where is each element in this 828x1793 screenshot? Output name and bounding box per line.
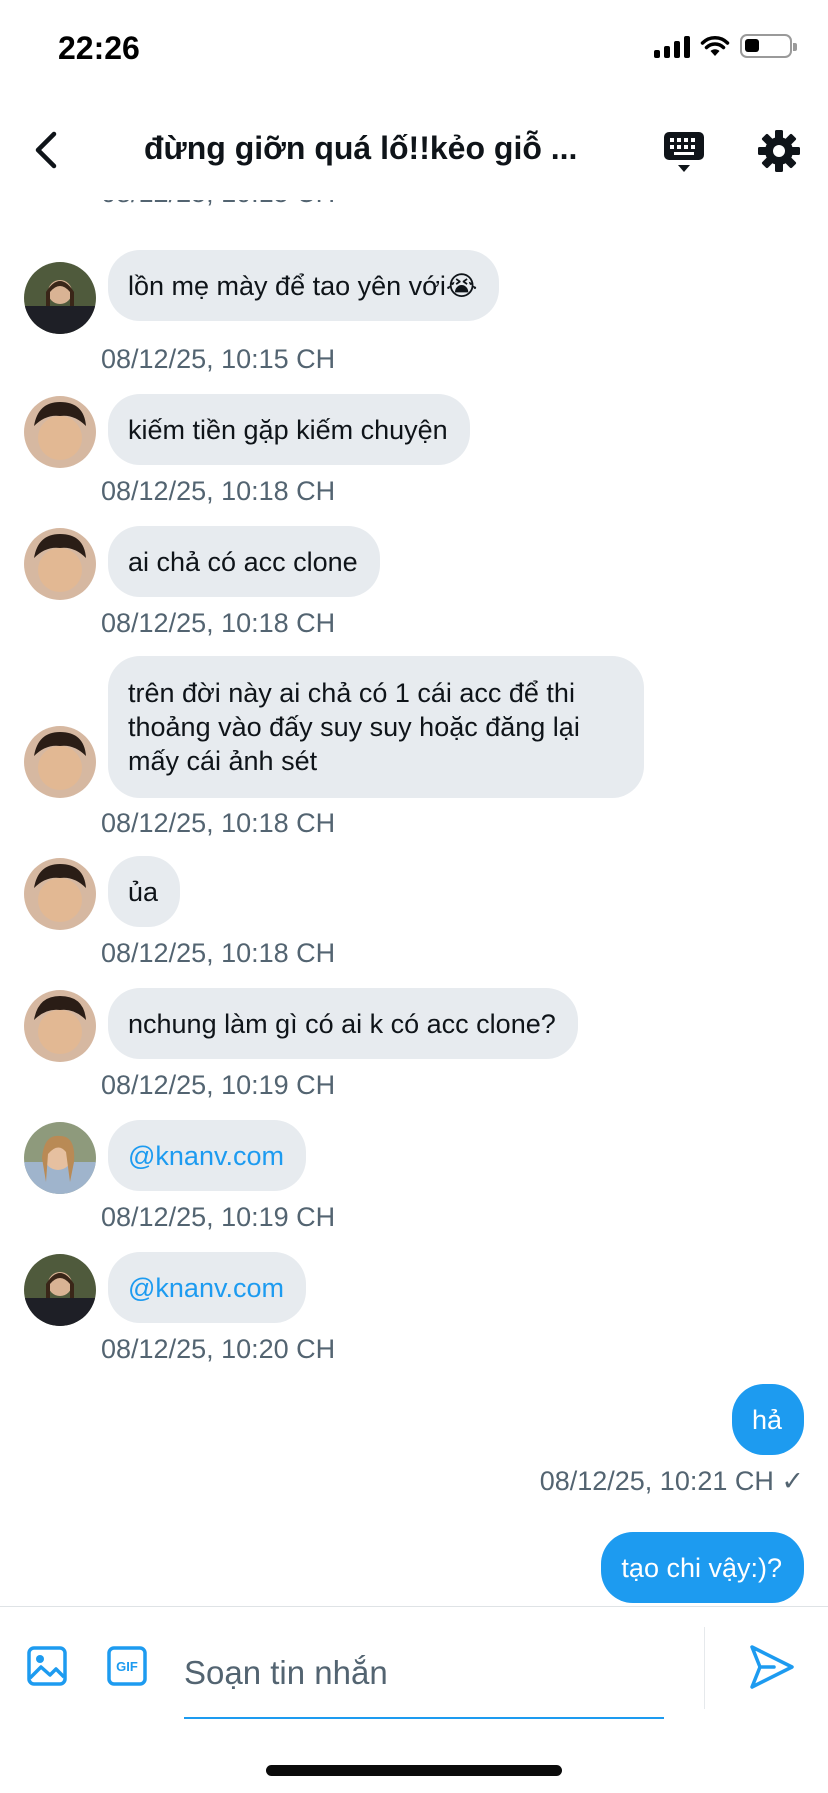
settings-button[interactable] xyxy=(756,128,802,174)
message-composer: GIF xyxy=(0,1606,828,1793)
message-timestamp: 08/12/25, 10:15 CH xyxy=(101,200,335,209)
add-gif-button[interactable]: GIF xyxy=(106,1645,148,1687)
avatar[interactable] xyxy=(24,262,96,334)
message-list[interactable]: 08/12/25, 10:15 CH lồn mẹ mày để tao yên… xyxy=(0,200,828,1606)
message-input-wrapper xyxy=(184,1629,664,1719)
keyboard-icon xyxy=(664,132,704,172)
avatar[interactable] xyxy=(24,528,96,600)
avatar[interactable] xyxy=(24,990,96,1062)
cellular-signal-icon xyxy=(654,34,690,58)
send-button[interactable] xyxy=(748,1643,796,1691)
message-timestamp: 08/12/25, 10:19 CH xyxy=(101,1070,336,1100)
message-bubble-own[interactable]: hả xyxy=(731,1384,804,1455)
gif-label: GIF xyxy=(116,1659,138,1674)
avatar[interactable] xyxy=(24,1254,96,1326)
avatar[interactable] xyxy=(24,726,96,798)
add-image-button[interactable] xyxy=(26,1645,68,1687)
message-timestamp: 08/12/25, 10:18 CH xyxy=(101,938,336,968)
message-timestamp: 08/12/25, 10:21 CH ✓ xyxy=(539,1466,804,1496)
message-bubble[interactable]: kiếm tiền gặp kiếm chuyện xyxy=(108,394,470,465)
gear-icon xyxy=(758,130,800,172)
message-bubble[interactable]: nchung làm gì có ai k có acc clone? xyxy=(108,988,578,1059)
composer-divider xyxy=(704,1627,705,1709)
conversation-header: đừng giỡn quá lố!!kẻo giỗ ... xyxy=(0,100,828,200)
keyboard-button[interactable] xyxy=(662,128,706,176)
status-icons xyxy=(654,34,797,58)
message-input[interactable] xyxy=(184,1629,664,1717)
avatar[interactable] xyxy=(24,1122,96,1194)
message-timestamp: 08/12/25, 10:19 CH xyxy=(101,1202,336,1232)
status-time: 22:26 xyxy=(58,30,140,66)
message-bubble[interactable]: lồn mẹ mày để tao yên với😭 xyxy=(108,250,500,321)
message-timestamp: 08/12/25, 10:18 CH xyxy=(101,608,336,638)
mention-link[interactable]: @knanv.com xyxy=(108,1252,306,1323)
image-icon xyxy=(27,1646,67,1686)
send-icon xyxy=(750,1645,794,1689)
avatar[interactable] xyxy=(24,858,96,930)
home-indicator xyxy=(266,1765,562,1776)
message-bubble-own[interactable]: tạo chi vậy:)? xyxy=(601,1532,804,1603)
chevron-left-icon xyxy=(35,131,57,169)
message-timestamp: 08/12/25, 10:15 CH xyxy=(101,344,336,374)
gif-icon: GIF xyxy=(107,1646,147,1686)
avatar[interactable] xyxy=(24,396,96,468)
message-bubble[interactable]: trên đời này ai chả có 1 cái acc để thi … xyxy=(108,656,644,798)
wifi-icon xyxy=(700,36,730,56)
status-bar: 22:26 xyxy=(0,0,828,100)
message-timestamp: 08/12/25, 10:20 CH xyxy=(101,1334,336,1364)
message-timestamp: 08/12/25, 10:18 CH xyxy=(101,476,336,506)
message-bubble[interactable]: ủa xyxy=(108,856,181,927)
message-bubble[interactable]: ai chả có acc clone xyxy=(108,526,380,597)
mention-link[interactable]: @knanv.com xyxy=(108,1120,306,1191)
message-timestamp: 08/12/25, 10:18 CH xyxy=(101,808,336,838)
conversation-title: đừng giỡn quá lố!!kẻo giỗ ... xyxy=(144,130,578,166)
back-button[interactable] xyxy=(26,128,70,172)
battery-icon xyxy=(740,34,797,58)
